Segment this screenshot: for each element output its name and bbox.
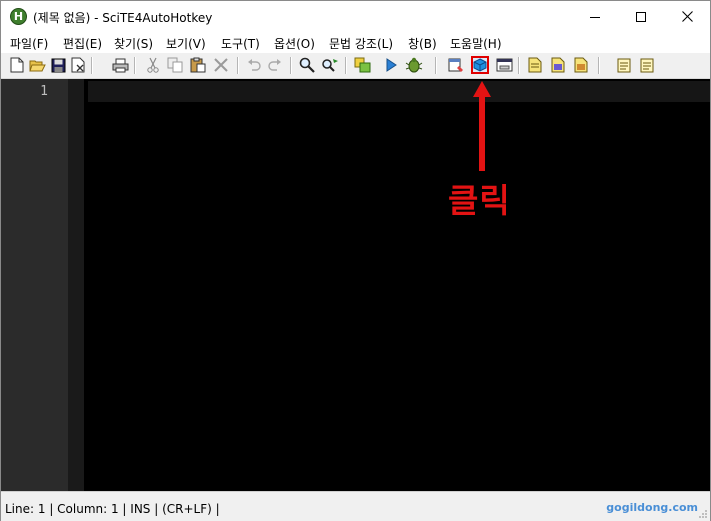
- status-bar: Line: 1 | Column: 1 | INS | (CR+LF) | go…: [1, 491, 710, 521]
- redo-button[interactable]: [266, 56, 284, 74]
- autohotkey-h-icon[interactable]: H: [10, 8, 27, 25]
- toolbar-separator: [91, 57, 93, 74]
- user-properties-button[interactable]: [549, 56, 567, 74]
- new-file-icon: [10, 57, 24, 73]
- find-icon: [299, 57, 315, 73]
- cut-button[interactable]: [144, 56, 162, 74]
- maximize-icon: [636, 11, 646, 22]
- toolbar-separator: [237, 57, 239, 74]
- menu-find[interactable]: 찾기(S): [114, 35, 153, 52]
- global-properties-button[interactable]: [572, 56, 590, 74]
- undo-icon: [248, 59, 261, 71]
- compile-button[interactable]: [353, 56, 371, 74]
- platform-properties-icon: [640, 58, 654, 72]
- save-icon: [51, 58, 65, 72]
- open-folder-button[interactable]: [28, 56, 46, 74]
- smartgui-icon: [448, 58, 463, 72]
- msgbox-creator-icon: [496, 58, 512, 72]
- global-properties-icon: [574, 57, 588, 73]
- toolbar-separator: [134, 57, 136, 74]
- menu-tools[interactable]: 도구(T): [221, 35, 260, 52]
- menu-language[interactable]: 문법 강조(L): [329, 35, 393, 52]
- toolbar-separator: [598, 57, 600, 74]
- menu-file[interactable]: 파일(F): [10, 35, 48, 52]
- minimize-icon: [590, 16, 600, 18]
- menu-view[interactable]: 보기(V): [166, 35, 206, 52]
- close-button[interactable]: [664, 1, 710, 32]
- copy-button[interactable]: [166, 56, 184, 74]
- line-number: 1: [40, 84, 48, 99]
- menu-help[interactable]: 도움말(H): [450, 35, 502, 52]
- window-spy-button[interactable]: [471, 56, 489, 74]
- copy-icon: [167, 57, 183, 73]
- run-button[interactable]: [382, 56, 400, 74]
- status-text: Line: 1 | Column: 1 | INS | (CR+LF) |: [5, 502, 220, 516]
- replace-button[interactable]: [321, 56, 339, 74]
- menu-edit[interactable]: 편집(E): [63, 35, 102, 52]
- toolbar-separator: [290, 57, 292, 74]
- editor-area[interactable]: 1: [1, 79, 710, 491]
- new-file-button[interactable]: [8, 56, 26, 74]
- paste-icon: [190, 57, 206, 73]
- delete-icon: [214, 58, 228, 72]
- toolbar-separator: [435, 57, 437, 74]
- maximize-button[interactable]: [618, 1, 664, 32]
- current-line-highlight: [88, 81, 710, 102]
- save-button[interactable]: [49, 56, 67, 74]
- window-spy-icon: [473, 58, 487, 72]
- minimize-button[interactable]: [572, 1, 618, 32]
- menu-bar: 파일(F) 편집(E) 찾기(S) 보기(V) 도구(T) 옵션(O) 문법 강…: [1, 32, 710, 53]
- toolbar-separator: [518, 57, 520, 74]
- close-file-button[interactable]: [69, 56, 87, 74]
- paste-button[interactable]: [189, 56, 207, 74]
- open-folder-icon: [28, 60, 46, 72]
- platform-properties-button[interactable]: [638, 56, 656, 74]
- print-button[interactable]: [111, 56, 129, 74]
- app-window: H (제목 없음) - SciTE4AutoHotkey 파일(F) 편집(E)…: [0, 0, 711, 521]
- toolbar-properties-icon: [528, 57, 542, 73]
- msgbox-creator-button[interactable]: [495, 56, 513, 74]
- line-number-gutter[interactable]: 1: [1, 79, 68, 491]
- debug-button[interactable]: [405, 56, 423, 74]
- window-title: (제목 없음) - SciTE4AutoHotkey: [33, 11, 213, 25]
- abbreviations-button[interactable]: [615, 56, 633, 74]
- user-properties-icon: [551, 57, 565, 73]
- close-file-icon: [71, 57, 84, 73]
- compile-icon: [354, 57, 370, 73]
- menu-options[interactable]: 옵션(O): [274, 35, 315, 52]
- print-icon: [112, 58, 128, 72]
- resize-grip-icon[interactable]: [698, 509, 708, 519]
- annotation-label: 클릭: [448, 181, 511, 220]
- delete-button[interactable]: [212, 56, 230, 74]
- toolbar-properties-button[interactable]: [526, 56, 544, 74]
- replace-icon: [322, 59, 338, 72]
- cut-icon: [147, 57, 159, 73]
- close-icon: [681, 11, 693, 22]
- watermark: gogildong.com: [606, 501, 698, 514]
- title-bar[interactable]: H (제목 없음) - SciTE4AutoHotkey: [1, 1, 710, 32]
- find-button[interactable]: [298, 56, 316, 74]
- debug-icon: [405, 57, 423, 73]
- abbreviations-icon: [617, 58, 631, 72]
- toolbar: [1, 53, 710, 79]
- toolbar-separator: [345, 57, 347, 74]
- annotation-arrow: [473, 81, 491, 171]
- run-icon: [386, 58, 397, 72]
- undo-button[interactable]: [245, 56, 263, 74]
- smartgui-button[interactable]: [447, 56, 465, 74]
- redo-icon: [268, 59, 281, 71]
- menu-window[interactable]: 창(B): [408, 35, 437, 52]
- fold-margin[interactable]: [68, 79, 84, 491]
